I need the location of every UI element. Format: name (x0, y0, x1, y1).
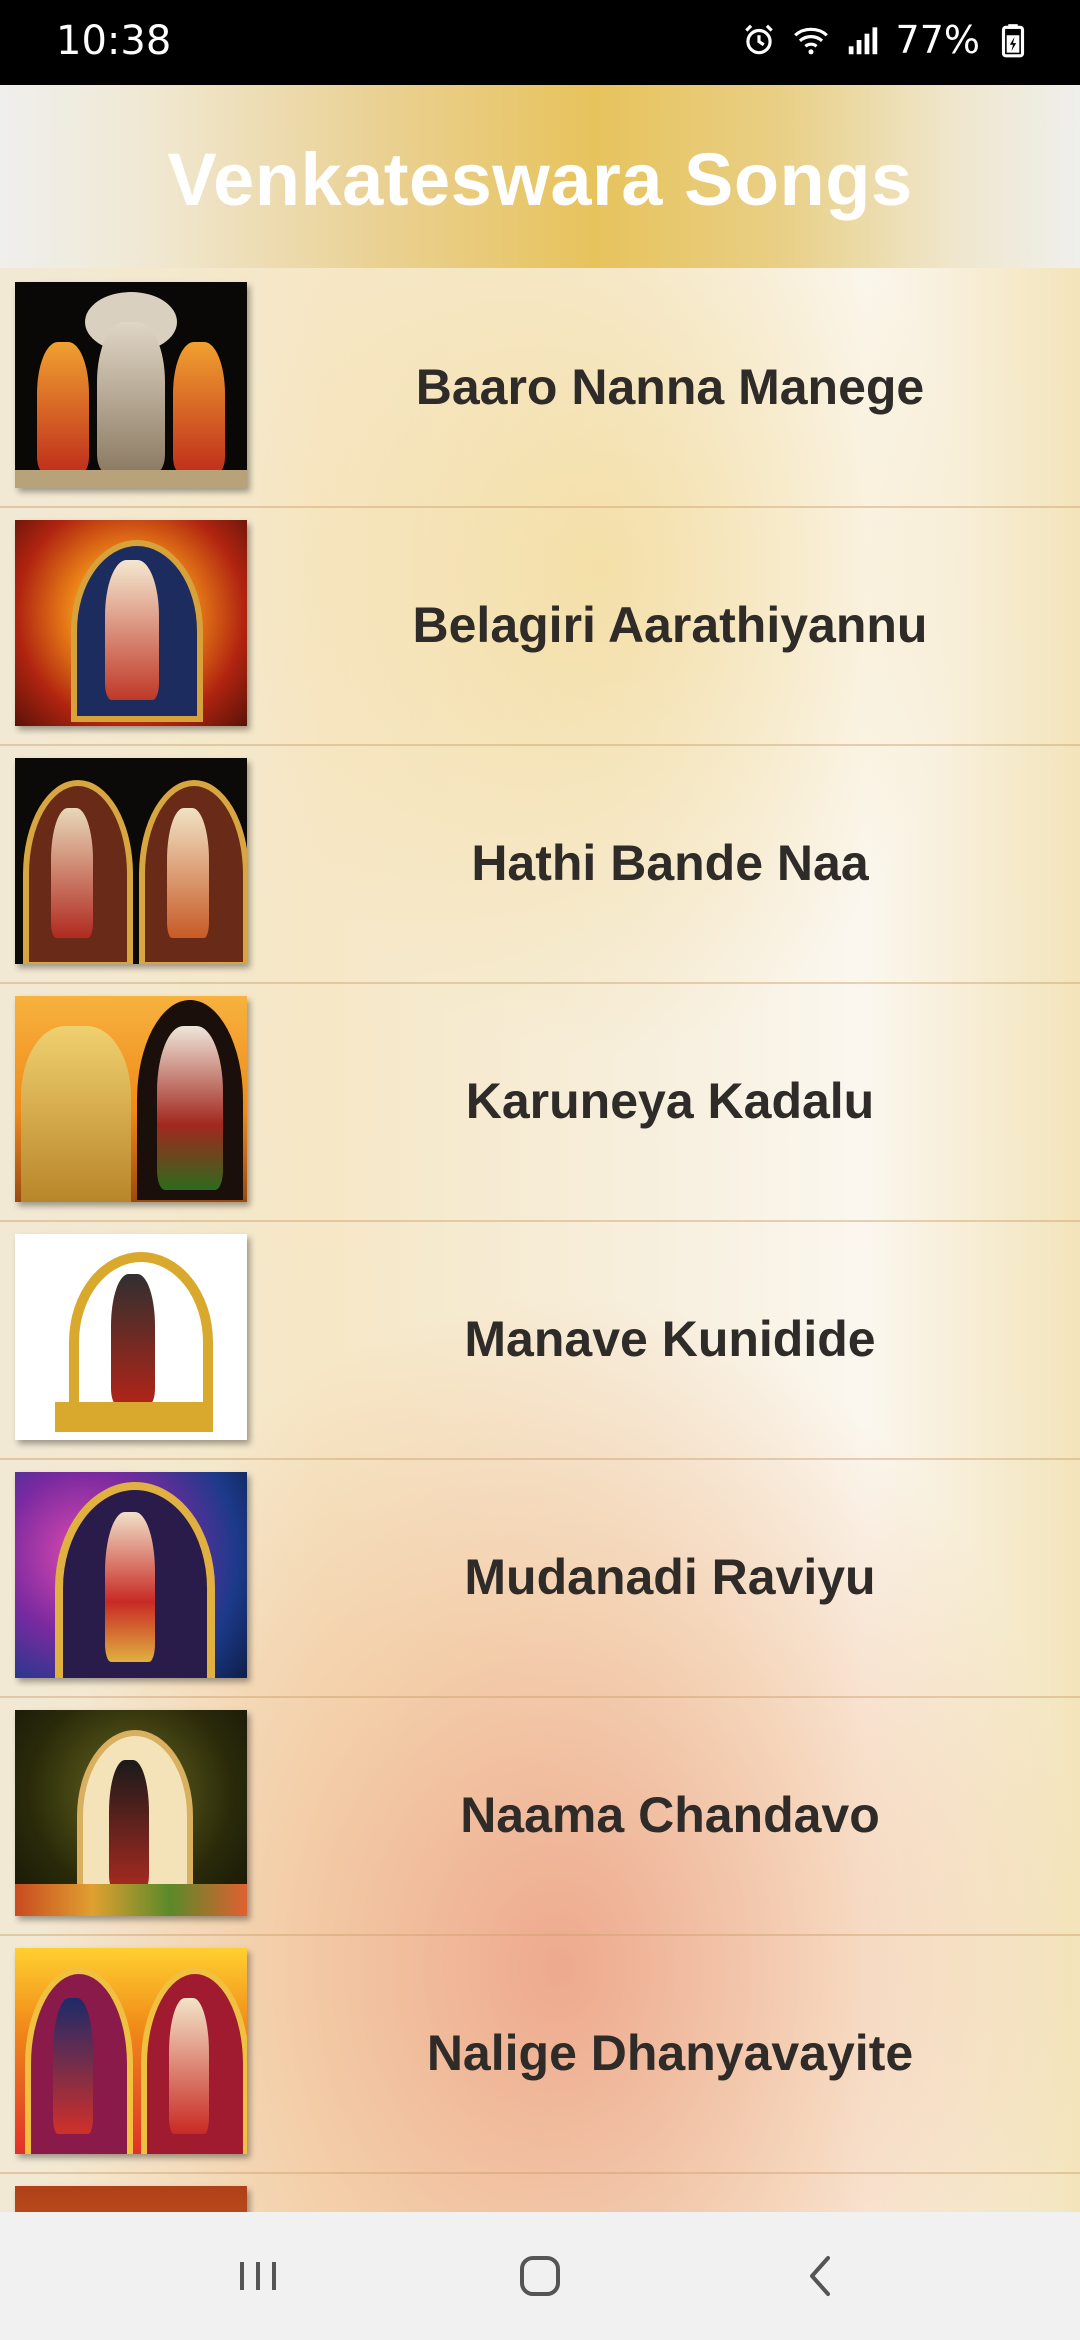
song-thumbnail (15, 2186, 247, 2212)
song-thumbnail (15, 1234, 247, 1440)
song-list-item[interactable]: Naama Chandavo (0, 1696, 1080, 1936)
home-icon[interactable] (510, 2246, 570, 2306)
battery-percentage: 77% (895, 18, 980, 62)
song-thumbnail (15, 1472, 247, 1678)
song-title: Baaro Nanna Manege (415, 359, 925, 415)
song-title: Naama Chandavo (460, 1787, 880, 1843)
system-nav-bar (0, 2212, 1080, 2340)
song-thumbnail (15, 282, 247, 488)
song-list-item[interactable]: Karuneya Kadalu (0, 982, 1080, 1222)
app-title: Venkateswara Songs (167, 138, 913, 221)
back-icon[interactable] (792, 2246, 852, 2306)
song-thumbnail (15, 758, 247, 964)
alarm-icon (744, 24, 773, 55)
song-list-item[interactable]: Nalige Dhanyavayite (0, 1934, 1080, 2174)
status-time: 10:38 (56, 18, 172, 64)
song-list-item[interactable]: Baaro Nanna Manege (0, 268, 1080, 508)
recent-apps-icon[interactable] (228, 2246, 288, 2306)
song-thumbnail (15, 1948, 247, 2154)
song-list-item[interactable]: Hathi Bande Naa (0, 744, 1080, 984)
app-header: Venkateswara Songs (0, 85, 1080, 268)
song-title: Hathi Bande Naa (471, 835, 869, 891)
song-list[interactable]: Baaro Nanna Manege Belagiri Aarathiyannu… (0, 268, 1080, 2212)
battery-icon (1001, 24, 1025, 58)
song-thumbnail (15, 996, 247, 1202)
song-title: Belagiri Aarathiyannu (412, 597, 928, 653)
status-icons: 77% (740, 18, 1032, 62)
song-list-item[interactable]: Manave Kunidide (0, 1220, 1080, 1460)
song-title: Mudanadi Raviyu (464, 1549, 876, 1605)
song-title: Nalige Dhanyavayite (426, 2025, 914, 2081)
song-thumbnail (15, 520, 247, 726)
song-title: Manave Kunidide (464, 1311, 876, 1367)
song-list-item[interactable]: Belagiri Aarathiyannu (0, 506, 1080, 746)
signal-icon (848, 27, 877, 55)
song-list-item[interactable] (0, 2172, 1080, 2212)
song-list-item[interactable]: Mudanadi Raviyu (0, 1458, 1080, 1698)
status-bar: 10:38 77% (0, 0, 1080, 85)
song-title: Karuneya Kadalu (465, 1073, 875, 1129)
song-thumbnail (15, 1710, 247, 1916)
wifi-icon (793, 27, 828, 55)
